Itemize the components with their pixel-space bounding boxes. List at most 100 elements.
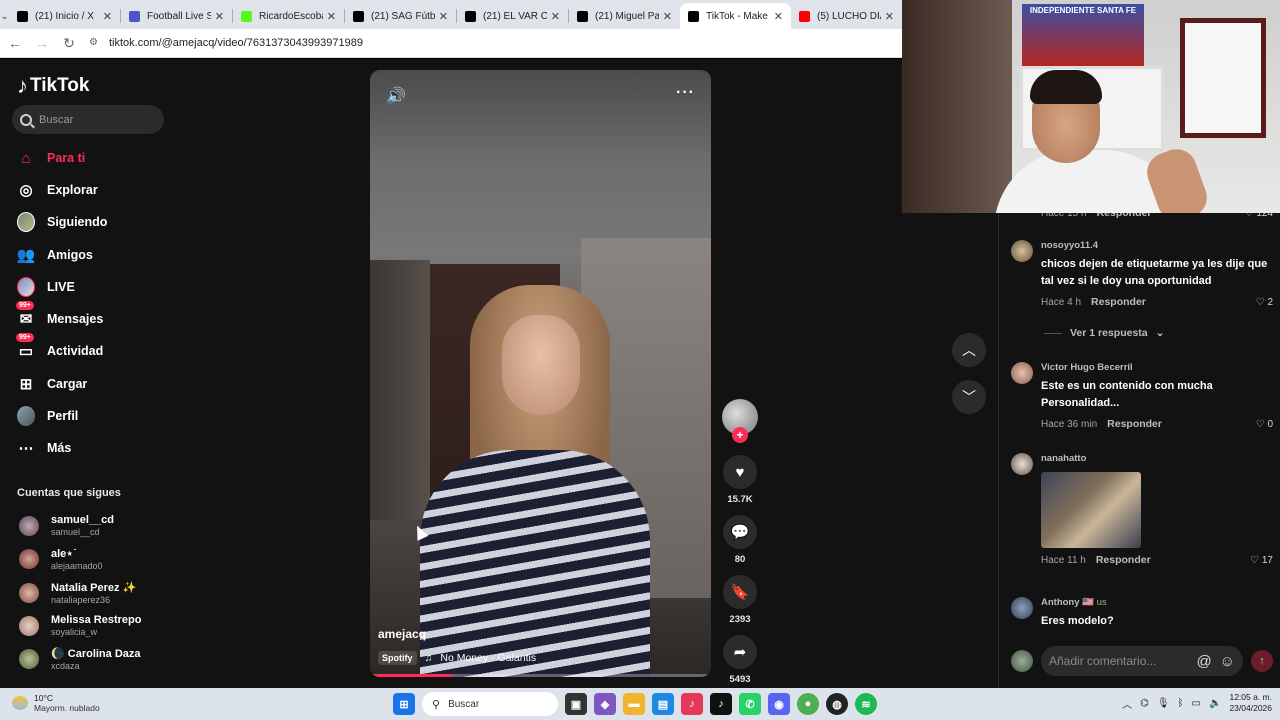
system-clock[interactable]: 12:05 a. m. 23/04/2026 — [1229, 692, 1272, 714]
avatar[interactable] — [1011, 362, 1033, 384]
video-music[interactable]: Spotify ♫ No Money - Galantis — [378, 651, 536, 665]
nav-amigos[interactable]: 👥 Amigos — [17, 246, 93, 264]
close-tab-icon[interactable]: ✕ — [551, 10, 560, 23]
taskbar-search[interactable]: ⚲ Buscar — [422, 692, 558, 716]
bluetooth-icon[interactable]: ᛒ — [1178, 698, 1184, 709]
tray-chevron-up-icon[interactable]: ︿ — [1122, 696, 1132, 711]
following-item[interactable]: samuel__cd samuel__cd — [19, 514, 114, 537]
bookmark-icon[interactable]: 🔖 — [723, 575, 757, 609]
mention-at-icon[interactable]: @ — [1196, 653, 1211, 670]
next-video-chevron-down-icon[interactable]: ﹀ — [952, 380, 986, 414]
forward-arrow-icon[interactable]: → — [30, 31, 54, 55]
weather-widget[interactable]: 10°C Mayorm. nublado — [12, 693, 100, 713]
comment-gif-image[interactable] — [1041, 472, 1141, 548]
microphone-icon[interactable]: 🎙 — [1157, 698, 1170, 709]
video-author[interactable]: amejacq — [378, 627, 426, 641]
following-name: Natalia Perez ✨ — [51, 582, 137, 594]
nav-actividad[interactable]: ▭ 99+ Actividad — [16, 333, 103, 360]
browser-tab[interactable]: (21) Inicio / X ✕ — [9, 3, 120, 29]
close-tab-icon[interactable]: ✕ — [327, 10, 336, 23]
browser-tab[interactable]: TikTok - Make You ✕ — [680, 3, 791, 29]
reply-button[interactable]: Responder — [1107, 418, 1162, 430]
avatar[interactable] — [1011, 597, 1033, 619]
comment-like-button[interactable]: ♡ 17 — [1250, 555, 1273, 566]
nav-para-ti[interactable]: ⌂ Para ti — [17, 149, 85, 167]
following-item[interactable]: Melissa Restrepo soyalicia_w — [19, 614, 141, 637]
display-icon[interactable]: ▭ — [1192, 698, 1201, 709]
browser-tab[interactable]: (5) LUCHO DÍAZ I ✕ — [791, 3, 902, 29]
close-tab-icon[interactable]: ✕ — [103, 10, 112, 23]
close-tab-icon[interactable]: ✕ — [439, 10, 448, 23]
following-handle: alejaamado0 — [51, 561, 103, 571]
nav-mensajes[interactable]: ✉ 99+ Mensajes — [16, 301, 103, 328]
file-explorer-icon[interactable]: ▬ — [623, 693, 645, 715]
previous-video-chevron-up-icon[interactable]: ︿ — [952, 333, 986, 367]
music-title: No Money - Galantis — [440, 652, 537, 664]
view-replies-button[interactable]: Ver 1 respuesta ⌄ — [1044, 327, 1164, 339]
reply-button[interactable]: Responder — [1096, 554, 1151, 566]
tiktok-desktop-icon[interactable]: ♪ — [710, 693, 732, 715]
spotify-icon[interactable]: ≋ — [855, 693, 877, 715]
close-tab-icon[interactable]: ✕ — [774, 10, 783, 23]
nav-siguiendo[interactable]: Siguiendo — [17, 212, 107, 232]
browser-tab[interactable]: (21) EL VAR CENT ✕ — [457, 3, 568, 29]
nav-perfil[interactable]: Perfil — [17, 406, 78, 426]
comment-input[interactable]: Añadir comentario... @ ☺ — [1041, 646, 1243, 676]
whatsapp-icon[interactable]: ✆ — [739, 693, 761, 715]
following-item[interactable]: Natalia Perez ✨ nataliaperez36 — [19, 581, 136, 605]
back-arrow-icon[interactable]: ← — [3, 31, 27, 55]
video-progress-bar[interactable] — [370, 674, 711, 677]
avatar[interactable] — [1011, 453, 1033, 475]
video-player[interactable]: 🔊 ··· amejacq Spotify ♫ No Money - Galan… — [370, 70, 711, 677]
site-info-icon[interactable]: ⚙ — [89, 37, 101, 49]
following-item[interactable]: ale⋆˙ alejaamado0 — [19, 547, 103, 571]
volume-icon[interactable]: 🔊 — [386, 86, 406, 106]
send-arrow-icon[interactable]: ↑ — [1251, 650, 1273, 672]
browser-tab[interactable]: (21) Miguel París ✕ — [569, 3, 680, 29]
emoji-icon[interactable]: ☺ — [1220, 653, 1235, 670]
webcam-person-hair — [1030, 70, 1102, 104]
task-view-icon[interactable]: ▣ — [565, 693, 587, 715]
comment-user[interactable]: Victor Hugo Becerril — [1041, 362, 1273, 373]
nav-live[interactable]: LIVE — [17, 277, 75, 297]
nav-mas[interactable]: ⋯ Más — [17, 439, 72, 457]
close-tab-icon[interactable]: ✕ — [663, 10, 672, 23]
store-icon[interactable]: ▤ — [652, 693, 674, 715]
author-avatar[interactable]: + — [722, 399, 758, 443]
chrome-icon[interactable]: ● — [797, 693, 819, 715]
tiktok-app-icon[interactable]: ♪ — [681, 693, 703, 715]
comment-like-button[interactable]: ♡ 0 — [1256, 419, 1273, 430]
comment-user[interactable]: Anthony 🇺🇸 us — [1041, 597, 1273, 608]
like-heart-icon[interactable]: ♥ — [723, 455, 757, 489]
close-tab-icon[interactable]: ✕ — [215, 10, 224, 23]
tab-search-chevron-icon[interactable]: ⌄ — [0, 3, 9, 29]
close-tab-icon[interactable]: ✕ — [885, 10, 894, 23]
follow-plus-icon[interactable]: + — [732, 427, 748, 443]
reply-button[interactable]: Responder — [1091, 296, 1146, 308]
avatar[interactable] — [1011, 240, 1033, 262]
address-bar[interactable]: ⚙ tiktok.com/@amejacq/video/763137304399… — [89, 37, 363, 49]
network-icon[interactable]: ⌬ — [1140, 698, 1149, 709]
comment-like-button[interactable]: ♡ 2 — [1256, 297, 1273, 308]
browser-tab[interactable]: RicardoEscobarFC ✕ — [233, 3, 344, 29]
discord-icon[interactable]: ◉ — [768, 693, 790, 715]
comment-user[interactable]: nosoyyo11.4 — [1041, 240, 1273, 251]
windows-start-icon[interactable]: ⊞ — [393, 693, 415, 715]
tiktok-logo[interactable]: ♪ TikTok — [17, 73, 89, 99]
avatar — [19, 515, 39, 536]
comment-bubble-icon[interactable]: 💬 — [723, 515, 757, 549]
browser-tab[interactable]: Football Live Scor ✕ — [121, 3, 232, 29]
more-options-icon[interactable]: ··· — [676, 84, 695, 102]
following-item[interactable]: 🌘 Carolina Daza xcdaza — [19, 647, 141, 671]
comment-user[interactable]: nanahatto — [1041, 453, 1273, 464]
obs-icon[interactable]: ◍ — [826, 693, 848, 715]
share-arrow-icon[interactable]: ➦ — [723, 635, 757, 669]
widgets-icon[interactable]: ◈ — [594, 693, 616, 715]
reload-icon[interactable]: ↻ — [57, 31, 81, 55]
browser-tab[interactable]: (21) SAG Fútbol e ✕ — [345, 3, 456, 29]
spotify-badge[interactable]: Spotify — [378, 651, 417, 665]
search-input[interactable]: Buscar — [12, 105, 164, 134]
volume-icon[interactable]: 🔉 — [1209, 698, 1221, 709]
nav-cargar[interactable]: ⊞ Cargar — [17, 375, 88, 393]
nav-explorar[interactable]: ◎ Explorar — [17, 181, 97, 199]
